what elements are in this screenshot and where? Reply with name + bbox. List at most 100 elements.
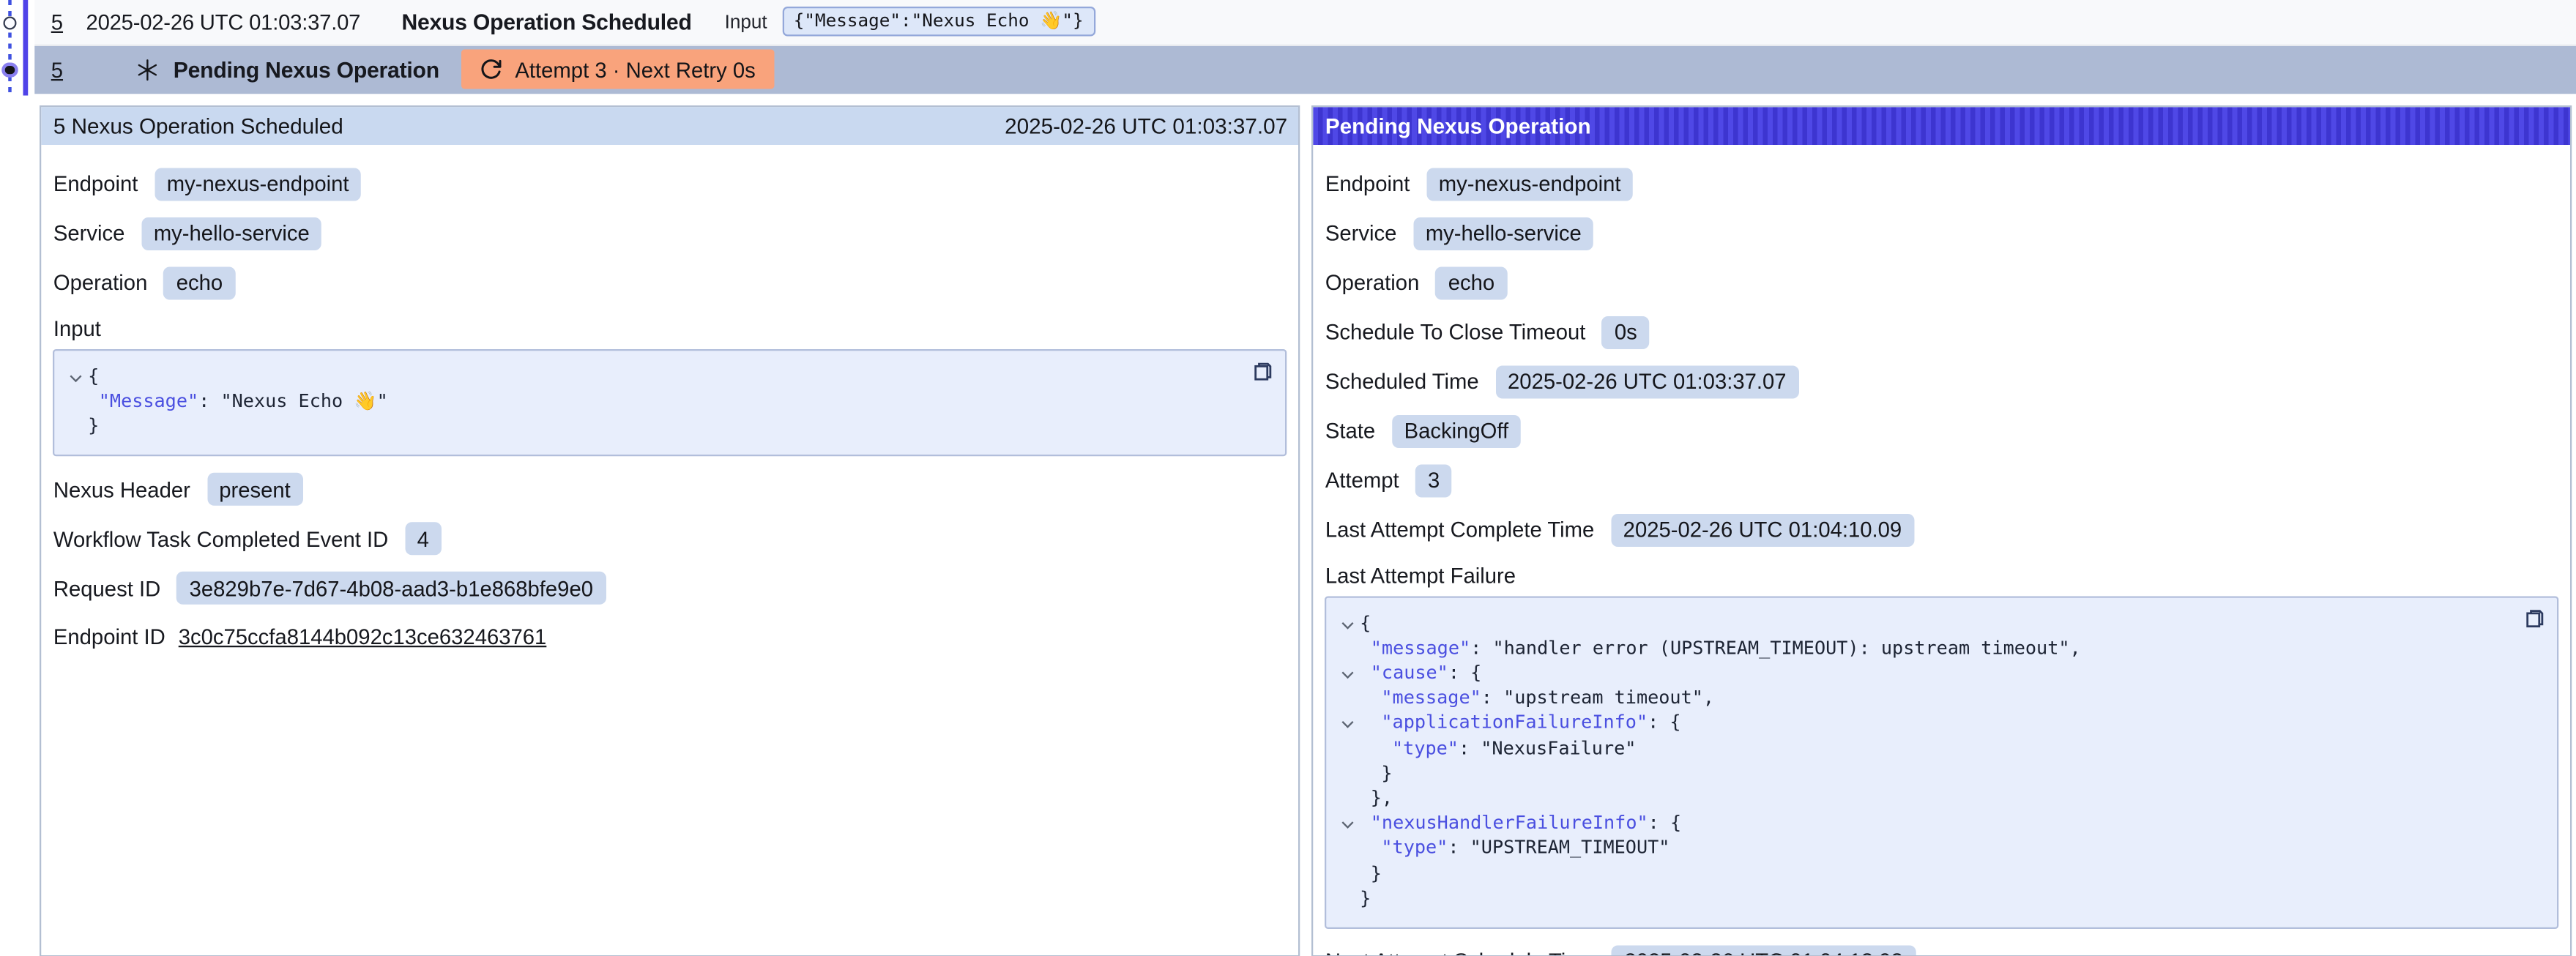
collapse-chevron-icon[interactable] — [1341, 620, 1355, 630]
json-line-gutter — [1337, 886, 1360, 911]
json-text: }, — [1371, 787, 1393, 808]
json-line-text: "applicationFailureInfo": { — [1381, 710, 1680, 735]
event-id-link[interactable]: 5 — [51, 10, 63, 34]
field-value-badge: 2025-02-26 UTC 01:04:10.09 — [1611, 513, 1914, 546]
json-line: } — [65, 414, 1243, 438]
json-text: : "handler error (UPSTREAM_TIMEOUT): ups… — [1470, 637, 2081, 658]
collapse-chevron-icon[interactable] — [1341, 671, 1355, 681]
field-label: Workflow Task Completed Event ID — [53, 526, 388, 551]
json-line: { — [65, 363, 1243, 388]
copy-button[interactable] — [1253, 360, 1274, 386]
collapse-chevron-icon[interactable] — [70, 373, 83, 384]
field-label: Nexus Header — [53, 477, 190, 502]
panel-title: Pending Nexus Operation — [1325, 113, 1591, 138]
json-line-text: { — [88, 363, 99, 388]
field-row: Attempt 3 — [1325, 463, 2558, 496]
field-value-badge: 2025-02-26 UTC 01:04:13.93 — [1612, 945, 1915, 956]
app-window: 5 2025-02-26 UTC 01:03:37.07 Nexus Opera… — [0, 0, 2576, 956]
field-label: Endpoint — [1325, 171, 1410, 196]
copy-button[interactable] — [2524, 607, 2545, 633]
field-label: Next Attempt Schedule Time — [1325, 949, 1596, 956]
json-line-text: }, — [1371, 785, 1393, 810]
collapse-chevron-icon[interactable] — [1341, 720, 1355, 731]
timeline-node-open-icon[interactable] — [3, 15, 17, 29]
field-value-badge: echo — [164, 266, 235, 299]
field-label: Input — [53, 315, 1287, 340]
json-text: } — [1371, 862, 1382, 884]
json-line: "message": "upstream timeout", — [1337, 685, 2514, 710]
copy-icon — [1253, 360, 1274, 386]
json-text: { — [88, 365, 99, 386]
json-line: { — [1337, 610, 2514, 635]
field-value-badge: 3 — [1415, 463, 1452, 496]
json-text: } — [1360, 887, 1371, 908]
timeline-node-selected-icon[interactable] — [2, 61, 18, 78]
json-line: "Message": "Nexus Echo 👋" — [65, 388, 1243, 413]
json-line-text: "cause": { — [1371, 660, 1482, 685]
scheduled-event-panel: 5 Nexus Operation Scheduled 2025-02-26 U… — [40, 105, 1300, 956]
event-row-pending-selected[interactable]: 5 Pending Nexus Operation — [34, 46, 2576, 94]
field-label: Service — [53, 221, 125, 246]
collapse-chevron-icon[interactable] — [1341, 821, 1355, 831]
scheduled-panel-header: 5 Nexus Operation Scheduled 2025-02-26 U… — [42, 106, 1299, 144]
json-text: : { — [1648, 712, 1680, 733]
json-text: : "Nexus Echo 👋" — [198, 390, 388, 411]
event-timestamp: 2025-02-26 UTC 01:03:37.07 — [86, 10, 361, 34]
event-input-payload-badge[interactable]: {"Message":"Nexus Echo 👋"} — [782, 7, 1095, 37]
field-label: Last Attempt Complete Time — [1325, 518, 1594, 542]
json-line: "message": "handler error (UPSTREAM_TIME… — [1337, 635, 2514, 660]
field-row: Workflow Task Completed Event ID4 — [53, 522, 1287, 555]
field-label: Operation — [1325, 270, 1419, 295]
scheduled-panel-body: Endpointmy-nexus-endpointServicemy-hello… — [42, 144, 1299, 652]
pending-asterisk-icon — [135, 58, 160, 83]
field-row: Input {"Message": "Nexus Echo 👋"} — [53, 315, 1287, 457]
json-key: "nexusHandlerFailureInfo" — [1371, 813, 1648, 834]
json-line-gutter — [1337, 810, 1360, 835]
json-line-gutter — [1337, 761, 1360, 785]
json-line: "applicationFailureInfo": { — [1337, 710, 2514, 735]
field-row: Servicemy-hello-service — [53, 217, 1287, 250]
json-line-gutter — [1337, 736, 1360, 761]
event-title: Nexus Operation Scheduled — [401, 10, 691, 34]
json-code-viewer: {"message": "handler error (UPSTREAM_TIM… — [1325, 595, 2558, 928]
json-line-gutter — [1337, 635, 1360, 660]
field-row: Endpoint my-nexus-endpoint — [1325, 167, 2558, 200]
json-text: : "upstream timeout", — [1481, 687, 1714, 708]
field-value-link[interactable]: 3c0c75ccfa8144b092c13ce632463761 — [179, 624, 547, 649]
panel-title: 5 Nexus Operation Scheduled — [53, 113, 343, 138]
json-line-text: } — [1360, 886, 1371, 911]
json-key: "type" — [1392, 737, 1459, 758]
json-text: : "NexusFailure" — [1459, 737, 1637, 758]
json-key: "message" — [1371, 637, 1470, 658]
field-label: State — [1325, 419, 1375, 444]
event-input-label: Input — [725, 12, 767, 33]
event-detail-panels: 5 Nexus Operation Scheduled 2025-02-26 U… — [40, 105, 2572, 956]
json-key: "cause" — [1371, 662, 1448, 683]
pending-panel-body: Endpointmy-nexus-endpointServicemy-hello… — [1314, 144, 2570, 956]
json-line: }, — [1337, 785, 2514, 810]
retry-badge-text: Attempt 3 · Next Retry 0s — [515, 58, 755, 83]
event-row-scheduled[interactable]: 5 2025-02-26 UTC 01:03:37.07 Nexus Opera… — [34, 0, 2576, 46]
event-history-rows: 5 2025-02-26 UTC 01:03:37.07 Nexus Opera… — [34, 0, 2576, 94]
field-label: Endpoint — [53, 171, 138, 196]
field-value-badge: echo — [1436, 266, 1507, 299]
field-row: Endpoint ID3c0c75ccfa8144b092c13ce632463… — [53, 621, 1287, 652]
event-id-link[interactable]: 5 — [51, 58, 63, 83]
json-line-text: "Message": "Nexus Echo 👋" — [99, 388, 388, 413]
field-label: Last Attempt Failure — [1325, 562, 2558, 587]
json-line-text: { — [1360, 610, 1371, 635]
json-text: } — [88, 415, 99, 436]
retry-status-badge: Attempt 3 · Next Retry 0s — [461, 51, 773, 90]
json-line: } — [1337, 886, 2514, 911]
field-label: Attempt — [1325, 468, 1399, 493]
json-line-text: } — [1371, 861, 1382, 886]
json-key: "message" — [1381, 687, 1481, 708]
json-line-gutter — [1337, 685, 1360, 710]
field-value-badge: present — [206, 473, 302, 506]
json-line-gutter — [1337, 710, 1360, 735]
json-code-viewer: {"Message": "Nexus Echo 👋"} — [53, 348, 1287, 457]
event-timeline-gutter — [0, 0, 34, 96]
field-value-badge: my-nexus-endpoint — [1426, 167, 1634, 200]
field-row: Scheduled Time2025-02-26 UTC 01:03:37.07 — [1325, 365, 2558, 397]
json-text: : { — [1448, 662, 1481, 683]
